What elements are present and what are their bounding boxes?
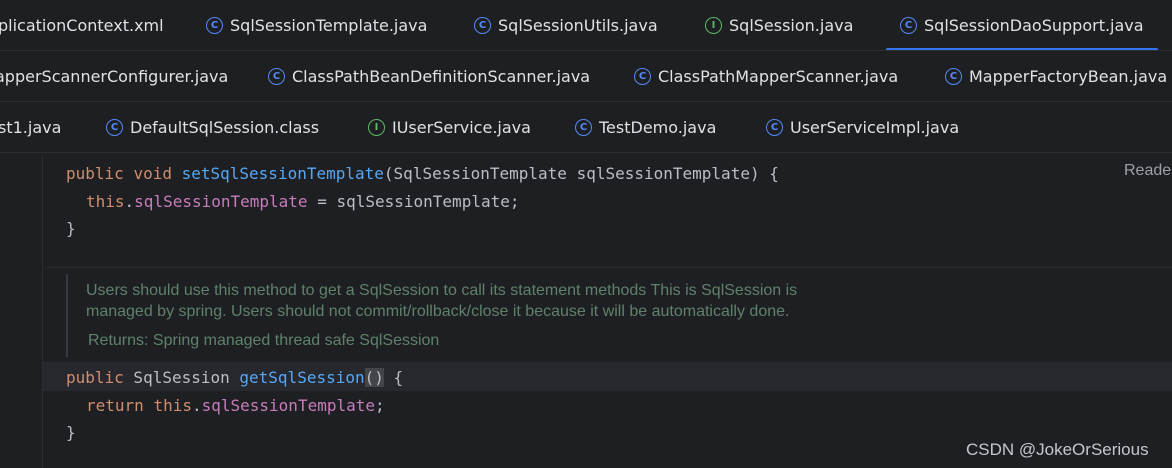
tab-sqlsessionutils[interactable]: C SqlSessionUtils.java bbox=[474, 0, 658, 50]
tab-userserviceimpl[interactable]: C UserServiceImpl.java bbox=[766, 102, 959, 152]
tab-label: apperScannerConfigurer.java bbox=[0, 66, 229, 86]
javadoc-line-1: Users should use this method to get a Sq… bbox=[86, 282, 798, 299]
class-icon: C bbox=[268, 67, 285, 85]
tab-label: st1.java bbox=[0, 117, 62, 137]
tab-testdemo[interactable]: C TestDemo.java bbox=[575, 102, 716, 152]
tab-label: DefaultSqlSession.class bbox=[130, 117, 320, 137]
method-name: setSqlSessionTemplate bbox=[181, 164, 384, 183]
class-icon: C bbox=[945, 67, 962, 85]
class-icon: C bbox=[106, 118, 123, 136]
javadoc-returns: Returns: Spring managed thread safe SqlS… bbox=[88, 332, 440, 349]
reader-mode-toggle[interactable]: Reade bbox=[1124, 162, 1171, 180]
tab-label: SqlSessionUtils.java bbox=[498, 15, 658, 35]
tab-sqlsession[interactable]: I SqlSession.java bbox=[705, 0, 853, 50]
method-name: getSqlSession bbox=[239, 368, 365, 387]
code-line-setter-signature: public void setSqlSessionTemplate(SqlSes… bbox=[66, 164, 779, 183]
class-icon: C bbox=[206, 16, 223, 34]
interface-icon: I bbox=[705, 16, 722, 34]
tab-mapperscannerconfigurer[interactable]: apperScannerConfigurer.java bbox=[0, 51, 228, 101]
editor-tab-row-1: plicationContext.xml C SqlSessionTemplat… bbox=[0, 0, 1172, 51]
editor-tab-row-2: apperScannerConfigurer.java C ClassPathB… bbox=[0, 51, 1172, 102]
editor-tab-row-3: st1.java C DefaultSqlSession.class I IUs… bbox=[0, 102, 1172, 153]
tab-sqlsessiondaosupport[interactable]: C SqlSessionDaoSupport.java bbox=[886, 0, 1158, 50]
tab-label: SqlSessionDaoSupport.java bbox=[924, 15, 1144, 35]
tab-defaultsqlsession[interactable]: C DefaultSqlSession.class bbox=[106, 102, 319, 152]
class-icon: C bbox=[900, 16, 917, 34]
tab-label: ClassPathMapperScanner.java bbox=[658, 66, 899, 86]
tab-label: IUserService.java bbox=[392, 117, 531, 137]
code-line-getter-close: } bbox=[66, 423, 76, 442]
tab-label: UserServiceImpl.java bbox=[790, 117, 960, 137]
tab-sqlsessiontemplate[interactable]: C SqlSessionTemplate.java bbox=[206, 0, 427, 50]
interface-icon: I bbox=[368, 118, 385, 136]
tab-classpathmapperscanner[interactable]: C ClassPathMapperScanner.java bbox=[634, 51, 898, 101]
watermark: CSDN @JokeOrSerious bbox=[966, 440, 1149, 459]
line-gutter[interactable] bbox=[0, 154, 43, 468]
matched-paren-highlight: () bbox=[364, 368, 384, 387]
tab-label: SqlSessionTemplate.java bbox=[230, 15, 428, 35]
code-line-getter-signature: public SqlSession getSqlSession() { bbox=[66, 368, 404, 387]
tab-label: ClassPathBeanDefinitionScanner.java bbox=[292, 66, 591, 86]
method-separator bbox=[46, 267, 1172, 268]
tab-label: plicationContext.xml bbox=[0, 15, 164, 35]
tab-label: MapperFactoryBean.java bbox=[969, 66, 1168, 86]
tab-label: SqlSession.java bbox=[729, 15, 854, 35]
tab-iuserservice[interactable]: I IUserService.java bbox=[368, 102, 531, 152]
class-icon: C bbox=[575, 118, 592, 136]
tab-mapperfactorybean[interactable]: C MapperFactoryBean.java bbox=[945, 51, 1167, 101]
rendered-javadoc[interactable]: Users should use this method to get a Sq… bbox=[66, 274, 1166, 357]
tab-application-context[interactable]: plicationContext.xml bbox=[0, 0, 164, 50]
tab-classpathbeandefinitionscanner[interactable]: C ClassPathBeanDefinitionScanner.java bbox=[268, 51, 590, 101]
code-line-setter-close: } bbox=[66, 219, 76, 238]
tab-label: TestDemo.java bbox=[599, 117, 717, 137]
class-icon: C bbox=[766, 118, 783, 136]
class-icon: C bbox=[474, 16, 491, 34]
javadoc-line-2: managed by spring. Users should not comm… bbox=[86, 303, 790, 320]
tab-test1[interactable]: st1.java bbox=[0, 102, 61, 152]
code-line-setter-body: this.sqlSessionTemplate = sqlSessionTemp… bbox=[86, 192, 520, 211]
code-line-getter-body: return this.sqlSessionTemplate; bbox=[86, 396, 385, 415]
class-icon: C bbox=[634, 67, 651, 85]
